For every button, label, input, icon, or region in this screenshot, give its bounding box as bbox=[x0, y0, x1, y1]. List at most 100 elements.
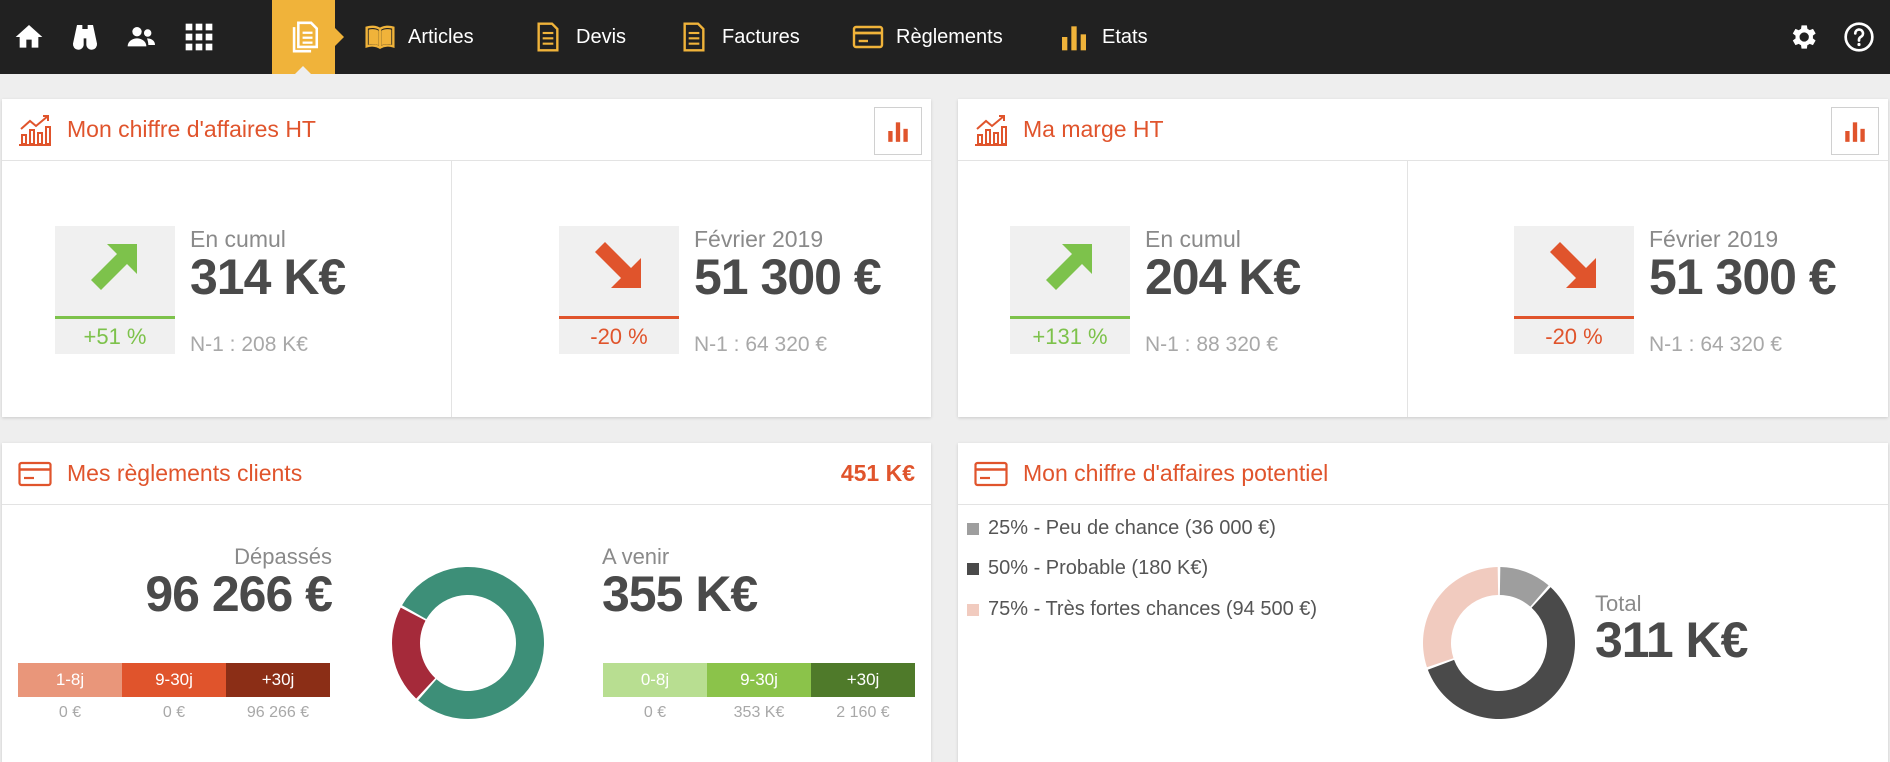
arrow-down-right-icon bbox=[595, 242, 641, 288]
kpi-previous-year: N-1 : 88 320 € bbox=[1145, 333, 1279, 356]
card-title: Mon chiffre d'affaires HT bbox=[67, 116, 316, 142]
total-amount: 451 K€ bbox=[840, 460, 915, 486]
overdue-value: 96 266 € bbox=[145, 566, 333, 622]
percent-change: -20 % bbox=[1545, 324, 1603, 349]
kpi-previous-year: N-1 : 64 320 € bbox=[1649, 333, 1783, 356]
legend-label: 50% - Probable (180 K€) bbox=[988, 557, 1209, 579]
chart-view-button[interactable] bbox=[1831, 107, 1879, 155]
nav-item-devis[interactable]: Devis bbox=[532, 0, 626, 74]
upcoming-value: 355 K€ bbox=[602, 566, 758, 622]
nav-item-label: Règlements bbox=[896, 25, 1003, 48]
segment-9-30j[interactable]: 9-30j bbox=[122, 663, 226, 697]
credit-card-icon bbox=[974, 461, 1008, 487]
reglements-donut-chart bbox=[392, 567, 544, 719]
invoice-icon bbox=[683, 22, 705, 52]
kpi-month: -20 % Février 2019 51 300 € N-1 : 64 320… bbox=[1514, 226, 1884, 366]
trend-box: -20 % bbox=[559, 226, 679, 354]
segment-1-8j[interactable]: 1-8j bbox=[18, 663, 122, 697]
credit-card-icon bbox=[852, 25, 884, 49]
legend-swatch bbox=[967, 522, 979, 535]
segment-30j-plus[interactable]: +30j bbox=[811, 663, 915, 697]
legend-label: 25% - Peu de chance (36 000 €) bbox=[988, 517, 1276, 539]
trend-box: +131 % bbox=[1010, 226, 1130, 354]
percent-change: -20 % bbox=[590, 324, 648, 349]
nav-item-label: Articles bbox=[408, 25, 474, 48]
donut-slice-0[interactable] bbox=[392, 607, 436, 699]
segment-value: 0 € bbox=[58, 704, 82, 721]
settings-gear-icon[interactable] bbox=[1784, 18, 1822, 56]
arrow-up-right-icon bbox=[91, 244, 137, 290]
nav-item-etats[interactable]: Etats bbox=[1058, 0, 1148, 74]
home-icon[interactable] bbox=[10, 18, 48, 56]
kpi-previous-year: N-1 : 64 320 € bbox=[694, 333, 828, 356]
card-header: Mon chiffre d'affaires HT bbox=[2, 99, 931, 161]
nav-item-factures[interactable]: Factures bbox=[678, 0, 800, 74]
segment-0-8j[interactable]: 0-8j bbox=[603, 663, 707, 697]
percent-change: +51 % bbox=[83, 324, 147, 349]
card-title: Mon chiffre d'affaires potentiel bbox=[1023, 460, 1329, 486]
arrow-down-right-icon bbox=[1550, 242, 1596, 288]
document-icon bbox=[537, 22, 559, 52]
dashboard-tab-active[interactable] bbox=[272, 0, 344, 75]
contacts-icon[interactable] bbox=[122, 18, 160, 56]
card-header: Mes règlements clients 451 K€ bbox=[2, 443, 931, 505]
kpi-value: 314 K€ bbox=[190, 249, 346, 305]
chart-view-button[interactable] bbox=[874, 107, 922, 155]
upcoming-segment-values: 0 € 353 K€ 2 160 € bbox=[603, 704, 915, 722]
legend-swatch bbox=[967, 562, 979, 575]
nav-item-label: Factures bbox=[722, 25, 800, 48]
kpi-value: 51 300 € bbox=[1649, 249, 1837, 305]
binoculars-icon[interactable] bbox=[66, 18, 104, 56]
trend-box: +51 % bbox=[55, 226, 175, 354]
help-icon[interactable] bbox=[1840, 18, 1878, 56]
documents-icon bbox=[292, 21, 318, 53]
top-navigation-bar: Articles Devis Factures Règlements Etats bbox=[0, 0, 1890, 75]
percent-change: +131 % bbox=[1032, 324, 1108, 349]
trending-chart-icon bbox=[975, 115, 1007, 146]
kpi-value: 51 300 € bbox=[694, 249, 882, 305]
trending-chart-icon bbox=[19, 115, 51, 146]
segment-value: 0 € bbox=[643, 704, 667, 721]
card-header: Mon chiffre d'affaires potentiel bbox=[958, 443, 1888, 505]
bar-chart-icon bbox=[1845, 122, 1865, 142]
marge-ht-card: Ma marge HT +131 % En cumul 204 K€ N-1 :… bbox=[958, 99, 1888, 417]
donut-slice-2[interactable] bbox=[1423, 567, 1499, 668]
trend-box: -20 % bbox=[1514, 226, 1634, 354]
ca-potentiel-card: Mon chiffre d'affaires potentiel 25% - P… bbox=[958, 443, 1888, 762]
apps-grid-icon[interactable] bbox=[180, 18, 218, 56]
card-header: Ma marge HT bbox=[958, 99, 1888, 161]
credit-card-icon bbox=[18, 461, 52, 487]
segment-value: 353 K€ bbox=[733, 704, 785, 721]
kpi-value: 204 K€ bbox=[1145, 249, 1301, 305]
ca-ht-card: Mon chiffre d'affaires HT +51 % En cumul… bbox=[2, 99, 931, 417]
segment-30j-plus[interactable]: +30j bbox=[226, 663, 330, 697]
kpi-cumul: +51 % En cumul 314 K€ N-1 : 208 K€ bbox=[55, 226, 435, 366]
open-book-icon bbox=[365, 25, 395, 50]
nav-item-articles[interactable]: Articles bbox=[364, 0, 474, 74]
nav-item-label: Etats bbox=[1102, 25, 1148, 48]
legend-item-25: 25% - Peu de chance (36 000 €) bbox=[967, 517, 1276, 540]
segment-9-30j[interactable]: 9-30j bbox=[707, 663, 811, 697]
potentiel-donut-chart bbox=[1423, 567, 1575, 719]
legend-item-50: 50% - Probable (180 K€) bbox=[967, 557, 1208, 580]
arrow-up-right-icon bbox=[1046, 244, 1092, 290]
segment-value: 96 266 € bbox=[246, 704, 310, 721]
nav-item-reglements[interactable]: Règlements bbox=[852, 0, 1003, 74]
bar-chart-icon bbox=[888, 122, 908, 142]
legend-swatch bbox=[967, 603, 979, 616]
overdue-segment-bar: 1-8j 9-30j +30j bbox=[18, 663, 330, 697]
segment-value: 2 160 € bbox=[836, 704, 890, 721]
legend-label: 75% - Très fortes chances (94 500 €) bbox=[988, 598, 1318, 620]
nav-item-label: Devis bbox=[576, 25, 627, 48]
card-title: Mes règlements clients bbox=[67, 460, 303, 486]
kpi-previous-year: N-1 : 208 K€ bbox=[190, 333, 308, 356]
donut-slice-1[interactable] bbox=[402, 567, 544, 719]
total-value: 311 K€ bbox=[1595, 612, 1748, 668]
overdue-segment-values: 0 € 0 € 96 266 € bbox=[18, 704, 330, 722]
card-title: Ma marge HT bbox=[1023, 116, 1164, 142]
reglements-clients-card: Mes règlements clients 451 K€ Dépassés 9… bbox=[2, 443, 931, 762]
kpi-cumul: +131 % En cumul 204 K€ N-1 : 88 320 € bbox=[1010, 226, 1390, 366]
upcoming-segment-bar: 0-8j 9-30j +30j bbox=[603, 663, 915, 697]
kpi-month: -20 % Février 2019 51 300 € N-1 : 64 320… bbox=[559, 226, 929, 366]
segment-value: 0 € bbox=[162, 704, 186, 721]
